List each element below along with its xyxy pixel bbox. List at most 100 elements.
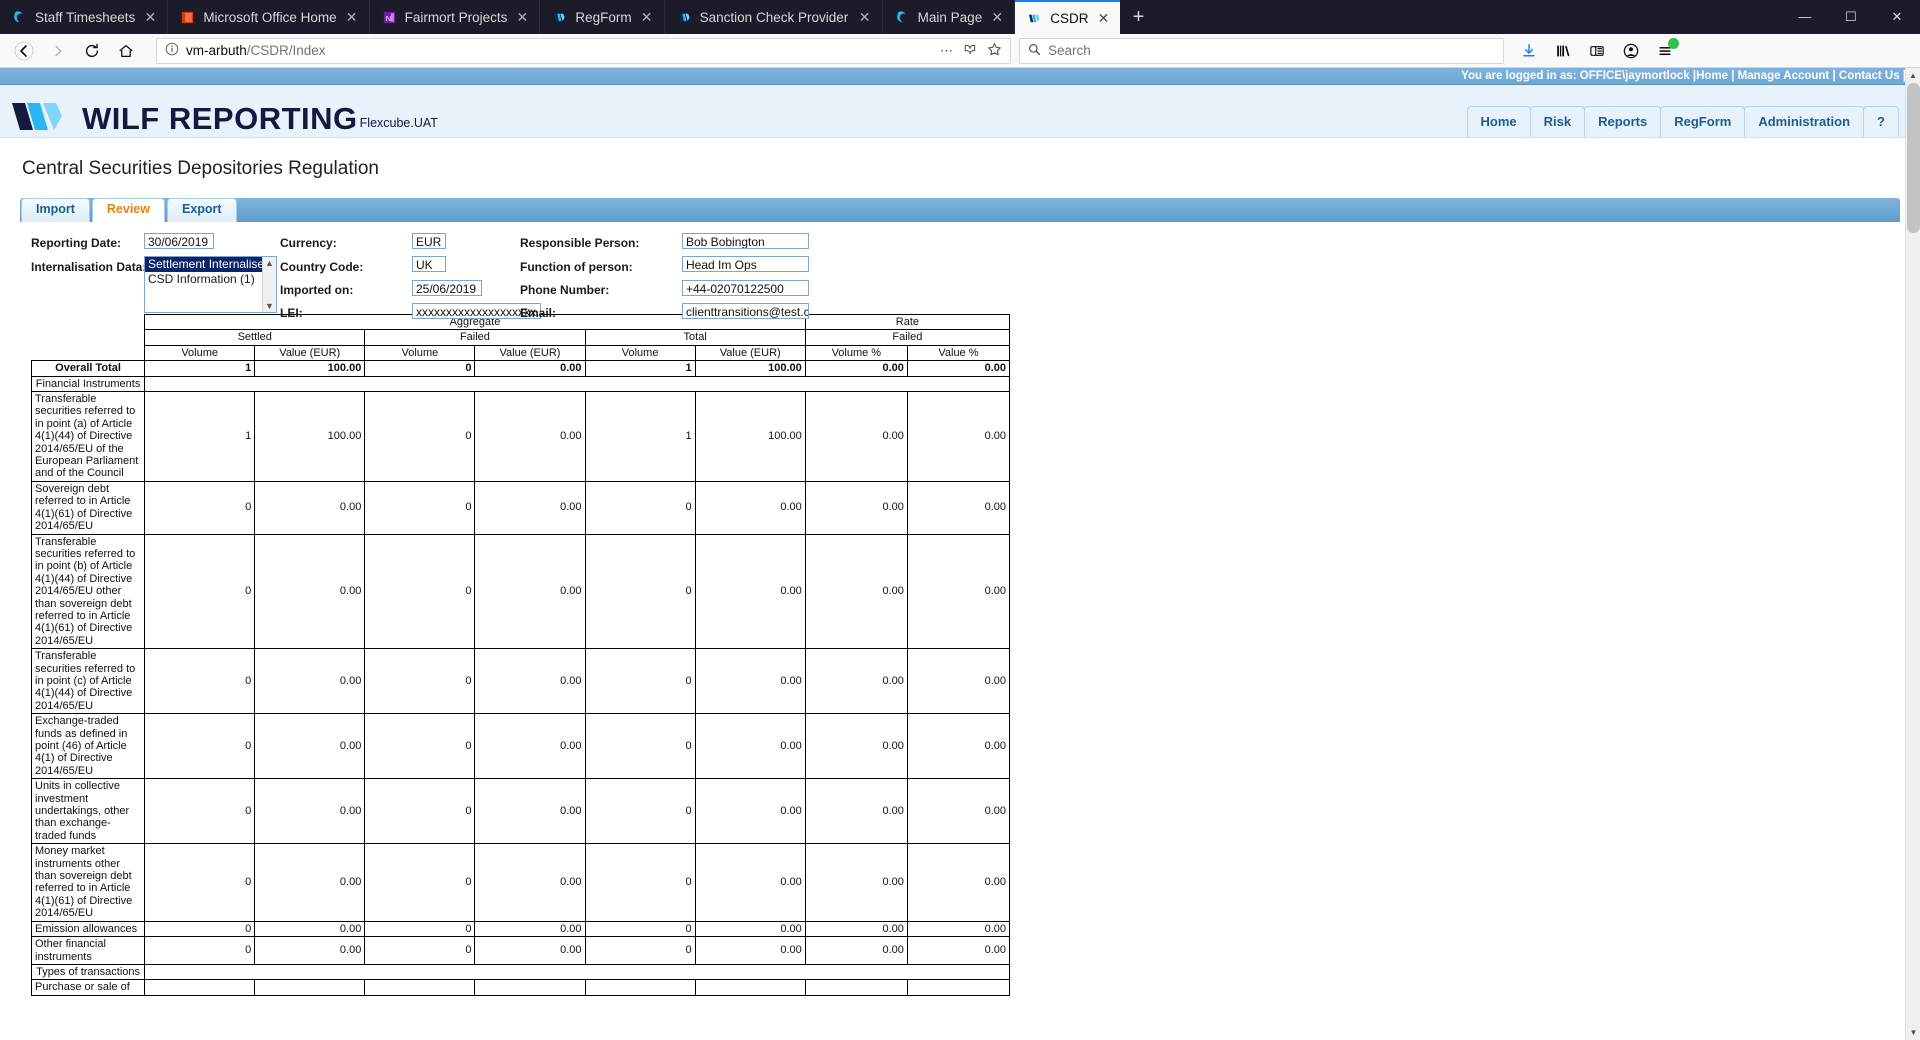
scroll-down-icon[interactable]: ▼ (265, 300, 274, 312)
internalisation-data-listbox[interactable]: Settlement Internaliser CSD Information … (144, 256, 277, 313)
login-link-contact-us[interactable]: Contact Us (1836, 70, 1903, 82)
brand-bar: WILF REPORTING Flexcube.UAT Home Risk Repo… (0, 85, 1920, 138)
browser-tab-3[interactable]: RegForm ✕ (540, 0, 665, 34)
row-value (254, 979, 366, 996)
tab-close-icon[interactable]: ✕ (640, 9, 654, 26)
url-path: /CSDR/Index (246, 43, 326, 58)
browser-tab-1[interactable]: Microsoft Office Home ✕ (168, 0, 370, 34)
row-value: 0.00 (254, 936, 366, 965)
column-header-cell: Volume (144, 344, 256, 362)
new-tab-button[interactable]: + (1120, 0, 1156, 34)
row-value: 100.00 (254, 391, 366, 482)
tab-close-icon[interactable]: ✕ (515, 9, 529, 26)
listbox-option-1[interactable]: CSD Information (1) (145, 272, 276, 287)
bookmark-star-icon[interactable] (987, 42, 1002, 60)
phone-number-input[interactable]: +44-02070122500 (682, 280, 809, 296)
row-label: Sovereign debt referred to in Article 4(… (30, 480, 146, 535)
app-menu-icon[interactable] (1650, 37, 1680, 65)
row-value: 0.00 (474, 920, 586, 938)
reader-mode-icon[interactable] (963, 42, 977, 59)
country-code-input[interactable]: UK (412, 256, 446, 272)
listbox-option-0[interactable]: Settlement Internaliser (145, 257, 276, 272)
column-header-cell: Value (EUR) (474, 344, 586, 362)
email-input[interactable]: clienttransitions@test.co.uk (682, 303, 809, 319)
topnav-item-[interactable]: ? (1863, 106, 1899, 137)
browser-tab-label: Microsoft Office Home (203, 9, 337, 25)
page-content: You are logged in as: OFFICE\jaymortlock… (0, 68, 1920, 1040)
imported-on-input[interactable]: 25/06/2019 (412, 280, 482, 296)
topnav-item-administration[interactable]: Administration (1744, 106, 1865, 137)
minimize-button[interactable]: — (1782, 0, 1828, 34)
reload-icon[interactable] (76, 37, 108, 65)
login-link-home[interactable]: Home (1696, 70, 1731, 82)
responsible-person-input[interactable]: Bob Bobington (682, 233, 809, 249)
library-icon[interactable] (1548, 37, 1578, 65)
listbox-scrollbar[interactable]: ▲ ▼ (262, 257, 276, 312)
browser-tab-4[interactable]: Sanction Check Provider Defini ✕ (665, 0, 883, 34)
function-of-person-input[interactable]: Head Im Ops (682, 256, 809, 272)
topnav-item-risk[interactable]: Risk (1529, 106, 1586, 137)
browser-tab-2[interactable]: N Fairmort Projects ✕ (370, 0, 541, 34)
csdr-report-table: Aggregate Rate Settled Failed Total Failed V… (30, 313, 1011, 996)
reporting-date-input[interactable]: 30/06/2019 (144, 233, 214, 249)
page-tab-bar: Import Review Export (20, 198, 1900, 222)
row-value: 1 (144, 391, 256, 482)
topnav-item-reports[interactable]: Reports (1584, 106, 1662, 137)
home-icon[interactable] (110, 37, 142, 65)
browser-tab-5[interactable]: Main Page ✕ (883, 0, 1016, 34)
svg-text:N: N (385, 13, 390, 22)
scrollbar-thumb[interactable] (1907, 83, 1920, 233)
currency-input[interactable]: EUR (412, 233, 446, 249)
row-value: 0 (364, 648, 476, 715)
scroll-up-icon[interactable]: ▲ (265, 257, 274, 269)
page-actions-icon[interactable]: ⋯ (940, 43, 953, 59)
column-header-cell: Volume (584, 344, 696, 362)
search-bar[interactable]: Search (1019, 37, 1504, 64)
tab-close-icon[interactable]: ✕ (990, 9, 1004, 26)
row-value: 0 (364, 920, 476, 938)
browser-tab-6[interactable]: CSDR ✕ (1015, 0, 1121, 34)
page-tab-import[interactable]: Import (21, 198, 90, 222)
table-row: Sovereign debt referred to in Article 4(… (30, 480, 1011, 535)
sub-header-cell (32, 330, 145, 345)
close-window-button[interactable]: ✕ (1874, 0, 1920, 34)
sidebar-icon[interactable] (1582, 37, 1612, 65)
row-value: 0.00 (254, 843, 366, 922)
row-value: 0 (584, 920, 696, 938)
topnav-item-home[interactable]: Home (1466, 106, 1531, 137)
account-icon[interactable] (1616, 37, 1646, 65)
browser-tab-0[interactable]: Staff Timesheets ✕ (0, 0, 169, 34)
page-tab-export[interactable]: Export (166, 198, 237, 222)
row-value: 0.00 (254, 480, 366, 535)
downloads-icon[interactable] (1514, 37, 1544, 65)
sub-header-row: Settled Failed Total Failed (32, 329, 1011, 346)
column-header-cell: Volume % (804, 344, 908, 362)
tab-close-icon[interactable]: ✕ (1096, 10, 1110, 27)
column-header-cell: Value % (906, 344, 1011, 362)
address-bar[interactable]: vm-arbuth/CSDR/Index ⋯ (156, 37, 1011, 64)
page-scrollbar[interactable]: ▲ ▼ (1905, 68, 1920, 1040)
row-value: 0 (584, 648, 696, 715)
page-tab-review[interactable]: Review (91, 198, 165, 222)
section-spacer (144, 375, 1010, 393)
row-value: 0.00 (694, 936, 806, 965)
scroll-down-arrow-icon[interactable]: ▼ (1906, 1025, 1920, 1040)
tab-close-icon[interactable]: ✕ (858, 9, 872, 26)
back-icon[interactable] (8, 37, 40, 65)
tab-close-icon[interactable]: ✕ (345, 9, 359, 26)
tab-close-icon[interactable]: ✕ (143, 9, 157, 26)
maximize-button[interactable]: ☐ (1828, 0, 1874, 34)
row-value: 0.00 (906, 360, 1011, 377)
row-value: 0 (584, 843, 696, 922)
row-value: 0.00 (804, 391, 908, 482)
topnav-item-regform[interactable]: RegForm (1660, 106, 1746, 137)
row-value: 0.00 (804, 920, 908, 938)
page-info-icon[interactable] (165, 42, 179, 59)
scroll-up-arrow-icon[interactable]: ▲ (1906, 68, 1920, 83)
row-value: 0.00 (474, 843, 586, 922)
section-title: Financial Instruments (30, 375, 146, 393)
login-link-manage-account[interactable]: Manage Account (1734, 70, 1832, 82)
row-value: 0.00 (694, 648, 806, 715)
onenote-icon: N (383, 11, 395, 23)
search-input[interactable]: Search (1048, 43, 1091, 58)
